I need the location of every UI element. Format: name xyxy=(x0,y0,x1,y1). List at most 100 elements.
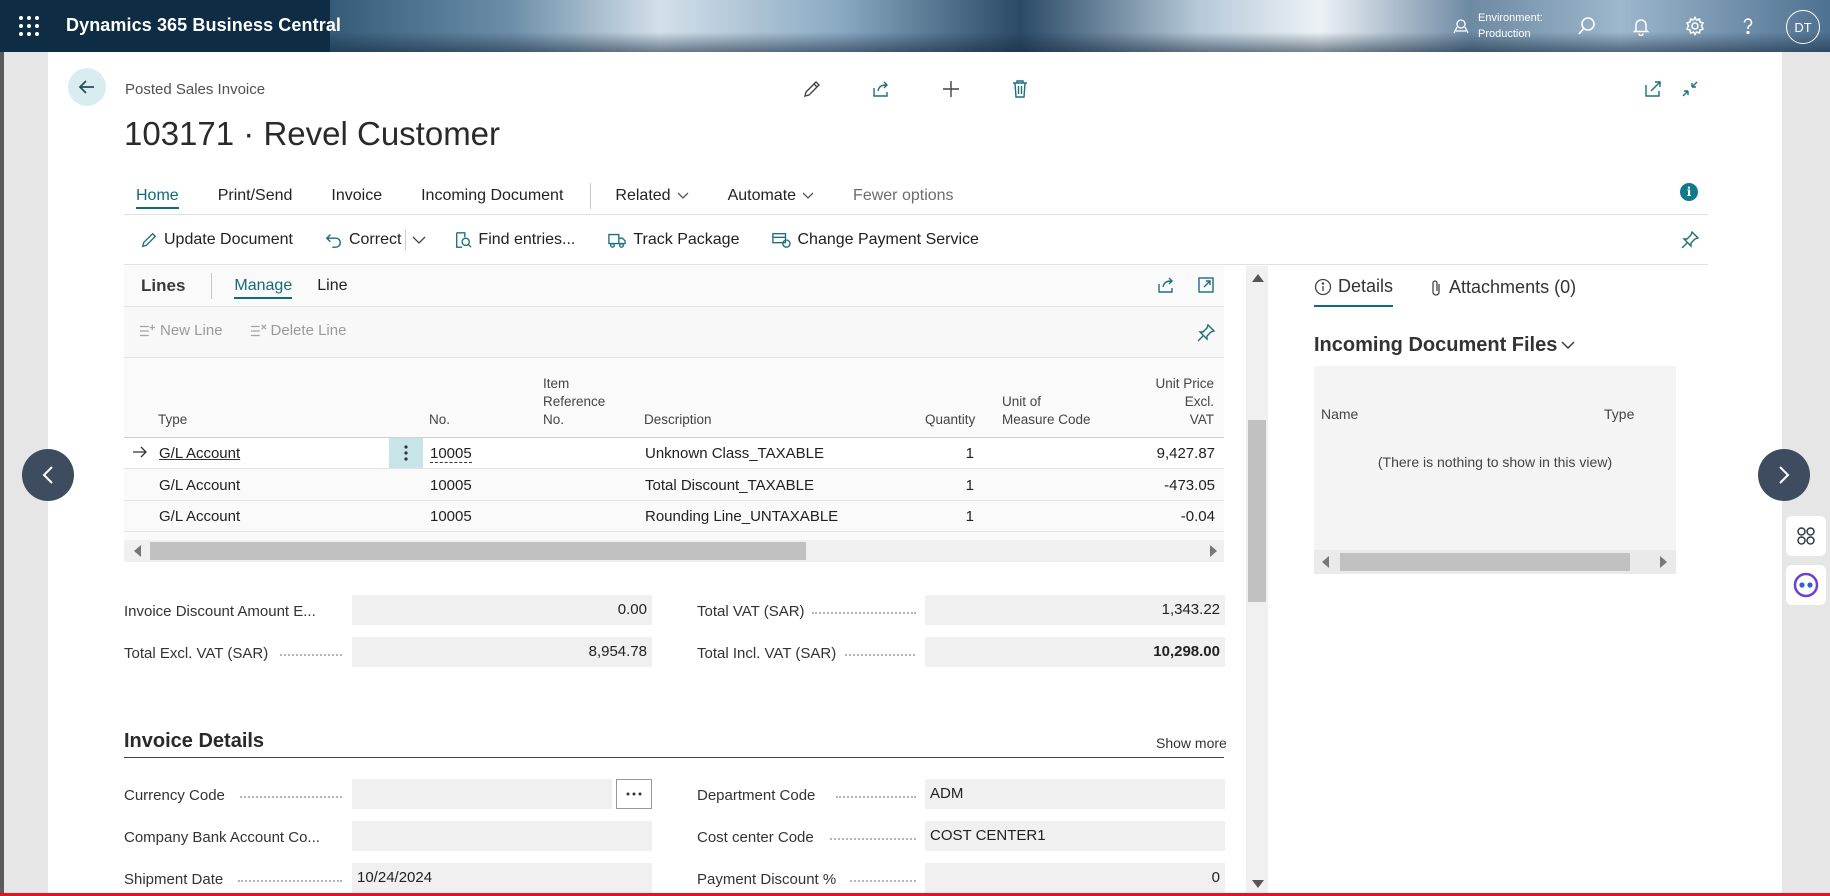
tab-home[interactable]: Home xyxy=(126,183,189,209)
department-code-field[interactable]: ADM xyxy=(925,779,1225,809)
col-header-type[interactable]: Type xyxy=(1604,406,1634,422)
scroll-left-icon[interactable] xyxy=(134,545,142,557)
cell-no[interactable]: 10005 xyxy=(430,445,472,463)
total-incl-vat-label: Total Incl. VAT (SAR) xyxy=(697,645,837,662)
col-header-item-reference[interactable]: Item Reference No. xyxy=(543,375,605,429)
cell-unit-price[interactable]: -0.04 xyxy=(1104,508,1215,525)
total-vat-value[interactable]: 1,343.22 xyxy=(925,595,1225,625)
pin-action-bar-icon[interactable] xyxy=(1680,230,1700,250)
expand-icon[interactable] xyxy=(1196,275,1218,297)
cell-no[interactable]: 10005 xyxy=(430,477,472,494)
empty-state-text: (There is nothing to show in this view) xyxy=(1377,454,1613,470)
new-plus-icon[interactable] xyxy=(939,77,963,101)
lines-tab-line[interactable]: Line xyxy=(317,277,347,295)
user-avatar[interactable]: DT xyxy=(1786,10,1820,44)
col-header-type[interactable]: Type xyxy=(158,411,187,429)
copilot-icon[interactable] xyxy=(1786,565,1826,605)
lines-tab-manage[interactable]: Manage xyxy=(234,277,293,299)
col-header-description[interactable]: Description xyxy=(644,411,712,429)
currency-code-field[interactable] xyxy=(352,779,612,809)
next-record-button[interactable] xyxy=(1758,449,1810,501)
incoming-document-files-title[interactable]: Incoming Document Files xyxy=(1314,334,1575,357)
cell-quantity[interactable]: 1 xyxy=(924,445,974,462)
page-vertical-scrollbar[interactable] xyxy=(1246,266,1268,893)
track-package-button[interactable]: Track Package xyxy=(591,231,755,249)
payment-discount-field[interactable]: 0 xyxy=(925,863,1225,893)
tab-print-send[interactable]: Print/Send xyxy=(208,183,303,209)
new-line-button[interactable]: New Line xyxy=(138,322,223,339)
scroll-thumb[interactable] xyxy=(1340,553,1630,571)
table-row[interactable]: G/L Account 10005 Rounding Line_UNTAXABL… xyxy=(124,501,1224,532)
tab-automate[interactable]: Automate xyxy=(718,183,824,209)
cell-type[interactable]: G/L Account xyxy=(159,477,240,494)
table-row[interactable]: G/L Account 10005 Total Discount_TAXABLE… xyxy=(124,470,1224,501)
factbox-horizontal-scrollbar[interactable] xyxy=(1314,550,1676,574)
cost-center-code-field[interactable]: COST CENTER1 xyxy=(925,821,1225,851)
tab-related[interactable]: Related xyxy=(605,183,698,209)
scroll-up-icon[interactable] xyxy=(1252,274,1264,282)
delete-line-button[interactable]: Delete Line xyxy=(249,322,346,339)
share-icon[interactable] xyxy=(869,77,893,101)
command-bar-tool-icon[interactable] xyxy=(1786,516,1826,556)
info-icon[interactable]: i xyxy=(1680,183,1698,201)
app-title[interactable]: Dynamics 365 Business Central xyxy=(66,15,341,36)
change-payment-service-button[interactable]: Change Payment Service xyxy=(755,231,994,249)
tab-invoice[interactable]: Invoice xyxy=(321,183,392,209)
scroll-thumb[interactable] xyxy=(1248,420,1266,602)
total-incl-vat-value[interactable]: 10,298.00 xyxy=(925,637,1225,667)
cell-description[interactable]: Rounding Line_UNTAXABLE xyxy=(645,508,838,525)
tab-fewer-options[interactable]: Fewer options xyxy=(843,183,964,209)
total-excl-vat-value[interactable]: 8,954.78 xyxy=(352,637,652,667)
scroll-left-icon[interactable] xyxy=(1322,556,1329,568)
cell-quantity[interactable]: 1 xyxy=(924,508,974,525)
table-row[interactable]: G/L Account 10005 Unknown Class_TAXABLE … xyxy=(124,438,1224,469)
notifications-bell-icon[interactable] xyxy=(1627,12,1655,40)
app-bar: Dynamics 365 Business Central Environmen… xyxy=(0,0,1830,52)
cell-type[interactable]: G/L Account xyxy=(159,508,240,525)
share-icon[interactable] xyxy=(1156,275,1178,297)
scroll-down-icon[interactable] xyxy=(1252,880,1264,888)
col-header-uom[interactable]: Unit of Measure Code xyxy=(1002,393,1091,429)
col-header-unit-price[interactable]: Unit Price Excl. VAT xyxy=(1124,375,1214,429)
factbox-tab-attachments[interactable]: Attachments (0) xyxy=(1429,277,1576,306)
scroll-thumb[interactable] xyxy=(150,542,806,560)
shipment-date-field[interactable]: 10/24/2024 xyxy=(352,863,652,893)
cell-unit-price[interactable]: -473.05 xyxy=(1104,477,1215,494)
cell-description[interactable]: Unknown Class_TAXABLE xyxy=(645,445,824,462)
help-icon[interactable] xyxy=(1734,12,1762,40)
factbox-tab-details[interactable]: Details xyxy=(1314,276,1394,307)
edit-pencil-icon[interactable] xyxy=(800,77,824,101)
invoice-discount-value[interactable]: 0.00 xyxy=(352,595,652,625)
row-actions-menu-icon[interactable] xyxy=(389,438,423,468)
correct-dropdown-chevron-icon[interactable] xyxy=(412,236,438,245)
cell-no[interactable]: 10005 xyxy=(430,508,472,525)
cell-description[interactable]: Total Discount_TAXABLE xyxy=(645,477,814,494)
cell-quantity[interactable]: 1 xyxy=(924,477,974,494)
environment-indicator[interactable]: Environment: Production xyxy=(1452,6,1572,46)
settings-gear-icon[interactable] xyxy=(1681,12,1709,40)
scroll-right-icon[interactable] xyxy=(1209,545,1217,557)
tab-incoming-document[interactable]: Incoming Document xyxy=(411,183,573,209)
currency-code-lookup-button[interactable] xyxy=(616,779,652,809)
cell-unit-price[interactable]: 9,427.87 xyxy=(1104,445,1215,462)
invoice-details-title[interactable]: Invoice Details xyxy=(124,730,264,753)
lines-horizontal-scrollbar[interactable] xyxy=(124,540,1224,562)
search-icon[interactable] xyxy=(1573,12,1601,40)
col-header-quantity[interactable]: Quantity xyxy=(925,411,975,429)
col-header-no[interactable]: No. xyxy=(429,411,450,429)
correct-button[interactable]: Correct xyxy=(309,231,411,249)
col-header-name[interactable]: Name xyxy=(1321,406,1358,422)
pin-icon[interactable] xyxy=(1196,323,1218,345)
update-document-button[interactable]: Update Document xyxy=(124,231,309,249)
show-more-link[interactable]: Show more xyxy=(1156,735,1227,751)
find-entries-button[interactable]: Find entries... xyxy=(438,231,591,249)
open-new-window-icon[interactable] xyxy=(1641,77,1665,101)
previous-record-button[interactable] xyxy=(22,449,74,501)
app-launcher-icon[interactable] xyxy=(18,15,40,37)
delete-trash-icon[interactable] xyxy=(1008,77,1032,101)
collapse-icon[interactable] xyxy=(1678,77,1702,101)
scroll-right-icon[interactable] xyxy=(1660,556,1667,568)
cell-type[interactable]: G/L Account xyxy=(159,445,240,462)
company-bank-account-field[interactable] xyxy=(352,821,652,851)
back-button[interactable] xyxy=(68,68,106,106)
